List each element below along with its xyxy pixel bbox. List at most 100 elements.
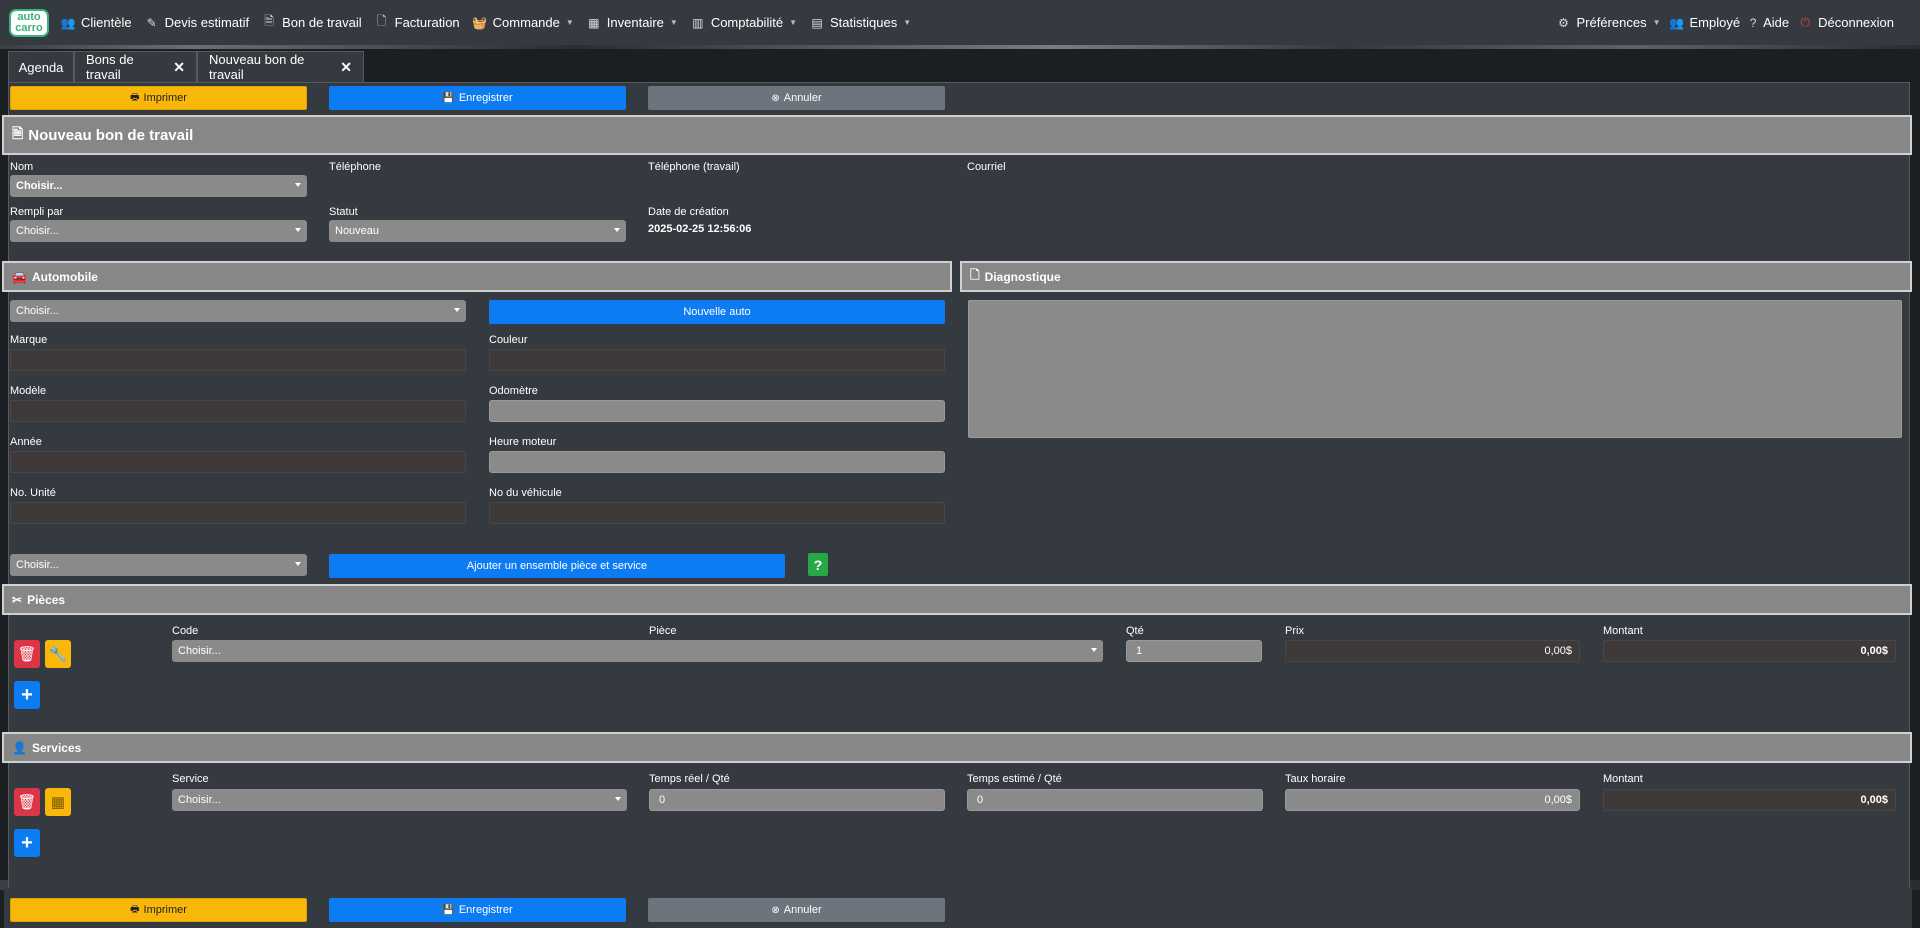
cancel-button[interactable]: ⊗ Annuler <box>648 86 945 110</box>
file-text-icon: 🗋 <box>970 268 980 282</box>
part-select[interactable]: Choisir... <box>172 640 1103 662</box>
auto-select[interactable]: Choisir... <box>10 300 466 322</box>
part-amount-field: 0,00$ <box>1603 640 1896 662</box>
chevron-down-icon <box>615 797 621 801</box>
nav-employee[interactable]: 👥 Employé <box>1665 0 1745 45</box>
chevron-down-icon: ▼ <box>669 18 678 27</box>
save-button-bottom[interactable]: 💾 Enregistrer <box>329 898 626 922</box>
nav-item-facturation[interactable]: 🗋 Facturation <box>368 0 466 45</box>
nav-preferences-label: Préférences <box>1576 15 1647 30</box>
nav-menu: 👥 Clientèle ✎ Devis estimatif 🗎 Bon de travai… <box>54 0 917 45</box>
delete-part-button[interactable]: 🗑 <box>14 640 40 668</box>
filled-by-select[interactable]: Choisir... <box>10 220 307 242</box>
nav-item-comptabilite[interactable]: ▥ Comptabilité ▼ <box>684 0 803 45</box>
odometer-input[interactable] <box>489 400 945 422</box>
tab-label: Nouveau bon de travail <box>209 52 305 82</box>
service-calculator-button[interactable]: ▦ <box>45 788 71 816</box>
save-icon: 💾 <box>442 92 455 104</box>
unit-input[interactable] <box>10 502 466 524</box>
part-price-input[interactable]: 0,00$ <box>1285 640 1580 662</box>
chevron-down-icon <box>295 183 301 187</box>
chevron-down-icon <box>295 562 301 566</box>
close-icon[interactable]: ✕ <box>340 59 352 76</box>
cancel-label: Annuler <box>783 92 822 104</box>
service-est-time-input[interactable]: 0 <box>967 789 1263 811</box>
help-label: ? <box>813 556 823 573</box>
close-icon[interactable]: ✕ <box>173 59 185 76</box>
email-label: Courriel <box>967 161 1006 173</box>
wrench-icon: 🔧 <box>48 646 68 663</box>
add-part-button[interactable]: + <box>14 681 40 709</box>
color-input[interactable] <box>489 349 945 371</box>
delete-service-button[interactable]: 🗑 <box>14 788 40 816</box>
cancel-label: Annuler <box>783 904 822 916</box>
nav-preferences[interactable]: ⚙ Préférences ▼ <box>1551 0 1664 45</box>
service-select[interactable]: Choisir... <box>172 789 627 811</box>
brand-input[interactable] <box>10 349 466 371</box>
add-kit-button[interactable]: Ajouter un ensemble pièce et service <box>329 554 785 578</box>
tab-label: Agenda <box>18 59 64 75</box>
trash-icon: 🗑 <box>17 794 37 811</box>
name-label: Nom <box>10 161 34 173</box>
print-button[interactable]: 🖶 Imprimer <box>10 86 307 110</box>
users-icon: 👥 <box>60 15 76 30</box>
service-rate-value: 0,00$ <box>1544 794 1572 806</box>
power-icon: ⏻ <box>1800 15 1810 29</box>
engine-hours-input[interactable] <box>489 451 945 473</box>
engine-hours-label: Heure moteur <box>489 436 557 448</box>
gear-icon: ⚙ <box>1558 15 1569 30</box>
service-rate-input[interactable]: 0,00$ <box>1285 789 1580 811</box>
save-button[interactable]: 💾 Enregistrer <box>329 86 626 110</box>
print-button-bottom[interactable]: 🖶 Imprimer <box>10 898 307 922</box>
vehicle-no-input[interactable] <box>489 502 945 524</box>
file-icon: 🗋 <box>376 14 387 28</box>
tab-new-work-order[interactable]: Nouveau bon de travail ✕ <box>197 51 364 83</box>
tab-agenda[interactable]: Agenda <box>8 51 74 83</box>
new-auto-button[interactable]: Nouvelle auto <box>489 300 945 324</box>
chevron-down-icon: ▼ <box>1652 18 1661 27</box>
services-real-time-header: Temps réel / Qté <box>649 773 730 785</box>
year-input[interactable] <box>10 451 466 473</box>
status-select[interactable]: Nouveau <box>329 220 626 242</box>
help-button[interactable]: ? <box>808 553 828 576</box>
kit-select[interactable]: Choisir... <box>10 554 307 576</box>
nav-logout[interactable]: ⏻ Déconnexion <box>1793 0 1898 45</box>
services-rate-header: Taux horaire <box>1285 773 1346 785</box>
print-icon: 🖶 <box>130 903 140 915</box>
nav-item-statistiques[interactable]: ▤ Statistiques ▼ <box>803 0 917 45</box>
parts-title: Pièces <box>27 592 66 607</box>
parts-code-header: Code <box>172 625 199 637</box>
chart-area-icon: ▤ <box>811 15 823 30</box>
service-real-time-input[interactable]: 0 <box>649 789 945 811</box>
app-logo[interactable]: auto carro <box>9 8 49 37</box>
diagnostic-textarea[interactable] <box>968 300 1902 438</box>
nav-item-label: Comptabilité <box>710 15 784 30</box>
nav-item-commande[interactable]: 🧺 Commande ▼ <box>466 0 580 45</box>
calculator-icon: ▦ <box>50 794 66 811</box>
nav-item-clientele[interactable]: 👥 Clientèle <box>54 0 138 45</box>
nav-item-bon-de-travail[interactable]: 🗎 Bon de travail <box>255 0 368 45</box>
name-select-value: Choisir... <box>16 180 63 192</box>
file-edit-icon: 🗎 <box>12 125 24 141</box>
service-amount-field: 0,00$ <box>1603 789 1896 811</box>
nav-item-devis-estimatif[interactable]: ✎ Devis estimatif <box>138 0 256 45</box>
part-qty-input[interactable]: 1 <box>1126 640 1262 662</box>
tab-work-orders[interactable]: Bons de travail ✕ <box>74 51 197 83</box>
created-label: Date de création <box>648 206 729 218</box>
logo-line1: auto <box>17 10 41 23</box>
page-title: Nouveau bon de travail <box>28 126 194 144</box>
part-tool-button[interactable]: 🔧 <box>45 640 71 668</box>
cancel-button-bottom[interactable]: ⊗ Annuler <box>648 898 945 922</box>
chevron-down-icon: ▼ <box>789 18 797 27</box>
add-service-button[interactable]: + <box>14 829 40 857</box>
nav-item-inventaire[interactable]: ▦ Inventaire ▼ <box>580 0 684 45</box>
nav-help-label: Aide <box>1763 15 1790 30</box>
model-input[interactable] <box>10 400 466 422</box>
status-value: Nouveau <box>335 225 380 237</box>
nav-help[interactable]: ? Aide <box>1744 0 1793 45</box>
filled-by-label: Rempli par <box>10 206 64 218</box>
name-select[interactable]: Choisir... <box>10 175 307 197</box>
print-label: Imprimer <box>143 904 187 916</box>
plus-icon: + <box>21 683 33 706</box>
tools-icon: ✂ <box>12 592 23 607</box>
